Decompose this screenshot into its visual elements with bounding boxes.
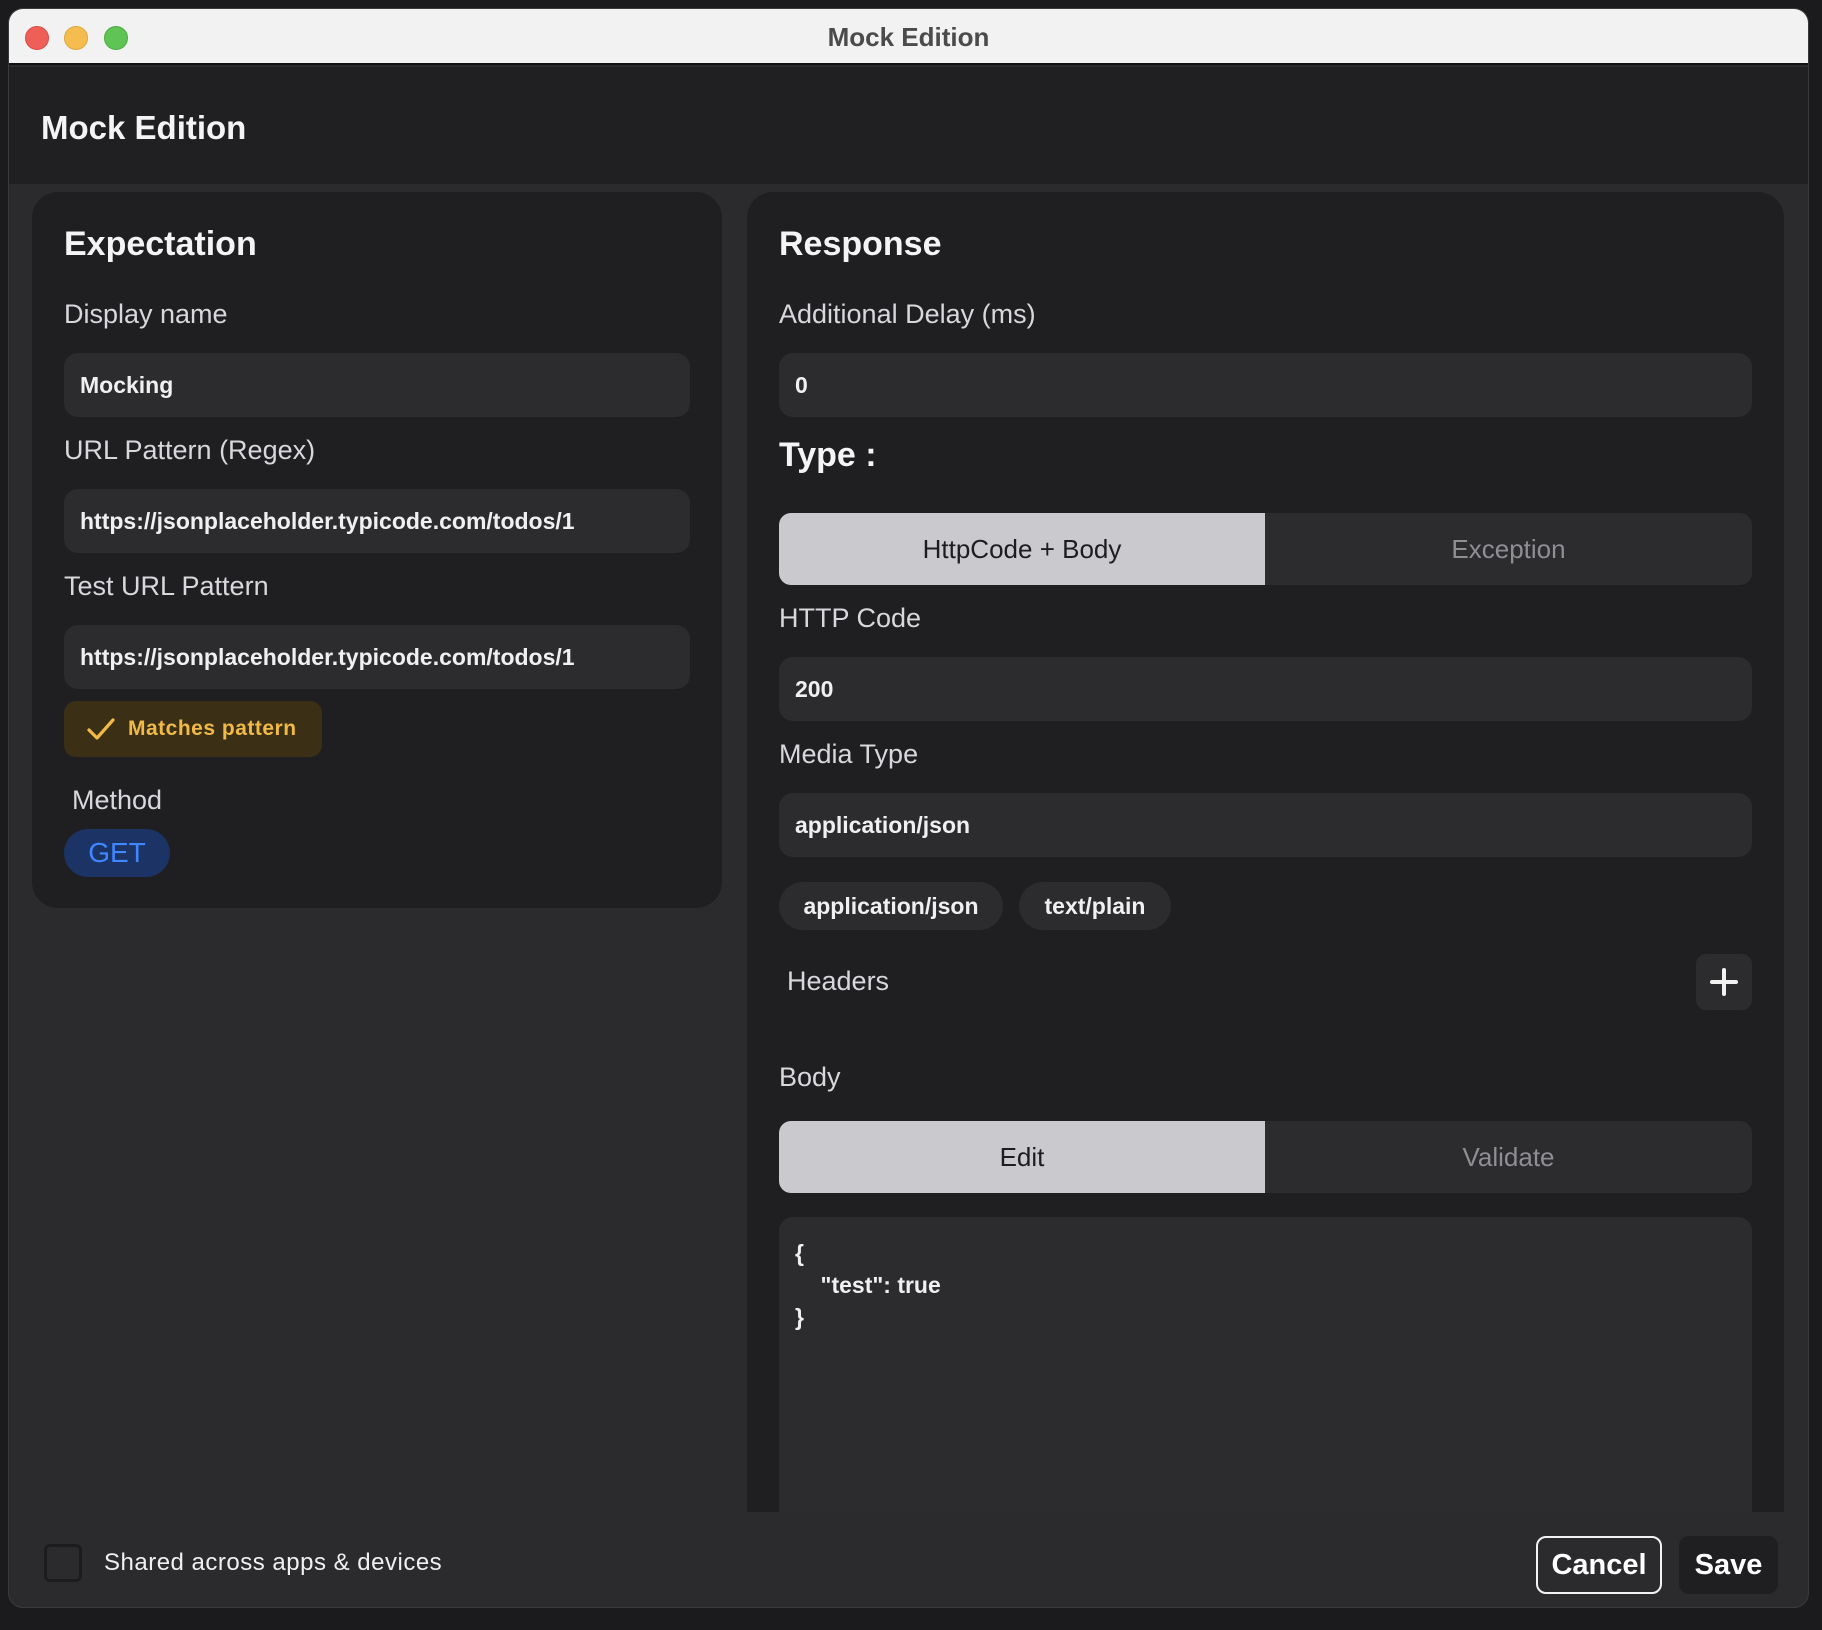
media-suggestion-chip[interactable]: text/plain [1019,882,1171,930]
expectation-title: Expectation [64,225,257,263]
body-label: Body [779,1062,841,1092]
minimize-window-button[interactable] [64,26,88,50]
display-name-input[interactable]: Mocking [64,353,690,417]
cancel-button[interactable]: Cancel [1536,1536,1662,1594]
body-editor[interactable]: { "test": true } [779,1217,1752,1512]
media-type-input[interactable]: application/json [779,793,1752,857]
method-get-badge[interactable]: GET [64,829,170,877]
type-label: Type : [779,436,877,474]
type-option-exception[interactable]: Exception [1265,513,1752,585]
test-url-label: Test URL Pattern [64,571,269,601]
display-name-label: Display name [64,299,228,329]
type-option-httpcode-body[interactable]: HttpCode + Body [779,513,1265,585]
shared-label: Shared across apps & devices [104,1549,443,1576]
mock-edition-window: Mock Edition Mock Edition Expectation Di… [9,9,1808,1607]
window-titlebar: Mock Edition [9,9,1808,65]
url-pattern-input[interactable]: https://jsonplaceholder.typicode.com/tod… [64,489,690,553]
expectation-panel: Expectation Display name Mocking URL Pat… [32,192,722,908]
window-title: Mock Edition [827,22,990,52]
body-tab-edit[interactable]: Edit [779,1121,1265,1193]
body-tab-validate[interactable]: Validate [1265,1121,1752,1193]
match-status-text: Matches pattern [128,717,297,740]
match-status-badge: Matches pattern [64,701,322,757]
zoom-window-button[interactable] [104,26,128,50]
method-label: Method [72,785,163,815]
media-suggestion-chip[interactable]: application/json [779,882,1003,930]
media-type-label: Media Type [779,739,919,769]
response-title: Response [779,225,942,263]
shared-checkbox[interactable] [44,1544,82,1582]
close-window-button[interactable] [25,26,49,50]
headers-label: Headers [787,966,890,996]
checkmark-icon [87,718,115,740]
http-code-input[interactable]: 200 [779,657,1752,721]
http-code-label: HTTP Code [779,603,922,633]
page-header: Mock Edition [9,67,1808,184]
save-button[interactable]: Save [1679,1536,1778,1594]
page-title: Mock Edition [41,109,247,146]
type-segmented-control: HttpCode + Body Exception [779,513,1752,585]
delay-input[interactable]: 0 [779,353,1752,417]
test-url-input[interactable]: https://jsonplaceholder.typicode.com/tod… [64,625,690,689]
url-pattern-label: URL Pattern (Regex) [64,435,316,465]
body-tabs: Edit Validate [779,1121,1752,1193]
response-panel: Response Additional Delay (ms) 0 Type : … [747,192,1784,1512]
add-header-button[interactable] [1696,954,1752,1010]
delay-label: Additional Delay (ms) [779,299,1036,329]
